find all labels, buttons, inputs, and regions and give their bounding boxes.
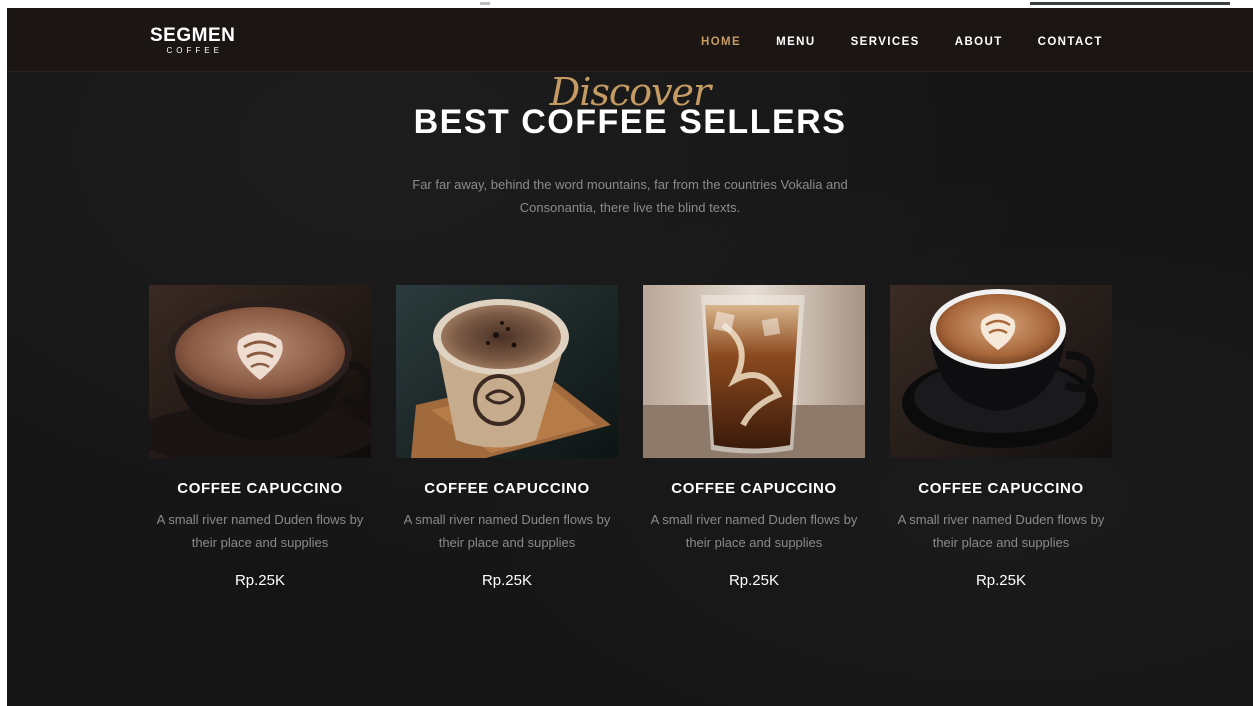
product-card: COFFEE CAPUCCINO A small river named Dud… [890,285,1112,591]
product-description: A small river named Duden flows by their… [156,512,364,550]
product-name[interactable]: COFFEE CAPUCCINO [890,479,1112,499]
product-card: COFFEE CAPUCCINO A small river named Dud… [149,285,371,591]
section-heading: BEST COFFEE SELLERS [413,103,847,141]
product-card: COFFEE CAPUCCINO A small river named Dud… [643,285,865,591]
product-price: Rp.25K [481,572,533,589]
iced-coffee-glass-photo[interactable] [643,285,865,458]
nav-about[interactable]: ABOUT [955,35,1003,49]
product-price: Rp.25K [234,572,286,589]
nav-home[interactable]: HOME [701,35,741,49]
navbar: SEGMEN COFFEE HOME MENU SERVICES ABOUT C… [7,8,1253,72]
product-description: A small river named Duden flows by their… [650,512,858,550]
product-name[interactable]: COFFEE CAPUCCINO [149,479,371,499]
nav-menu[interactable]: MENU [776,35,815,49]
brand-logo[interactable]: SEGMEN COFFEE [150,26,235,56]
product-price: Rp.25K [975,572,1027,589]
nav-services[interactable]: SERVICES [851,35,920,49]
browser-top-strip [0,0,1253,8]
product-name[interactable]: COFFEE CAPUCCINO [643,479,865,499]
brand-subtitle: COFFEE [166,46,223,55]
product-card: COFFEE CAPUCCINO A small river named Dud… [396,285,618,591]
main-nav: HOME MENU SERVICES ABOUT CONTACT [701,35,1103,49]
brand-title: SEGMEN [150,25,236,46]
latte-art-cup-photo[interactable] [149,285,371,458]
paper-cup-coffee-photo[interactable] [396,285,618,458]
product-description: A small river named Duden flows by their… [897,512,1105,550]
product-name[interactable]: COFFEE CAPUCCINO [396,479,618,499]
section-intro: Far far away, behind the word mountains,… [412,177,848,215]
nav-contact[interactable]: CONTACT [1038,35,1103,49]
product-price: Rp.25K [728,572,780,589]
product-description: A small river named Duden flows by their… [403,512,611,550]
black-cup-latte-photo[interactable] [890,285,1112,458]
page-viewport: SEGMEN COFFEE HOME MENU SERVICES ABOUT C… [7,8,1253,706]
